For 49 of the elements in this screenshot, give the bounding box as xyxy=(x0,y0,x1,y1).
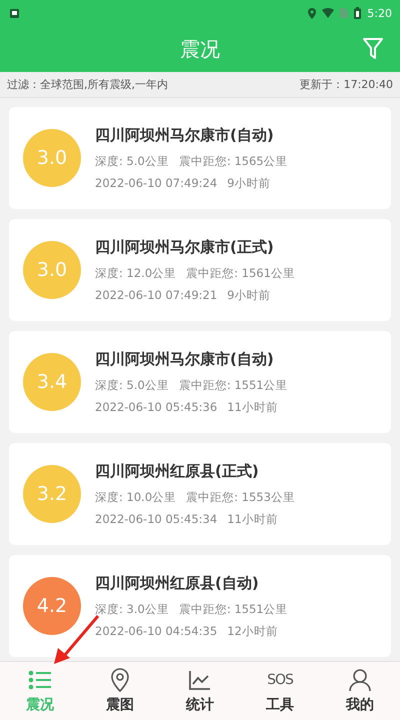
depth: 深度: 5.0公里 xyxy=(95,378,169,392)
quake-time: 2022-06-10 04:54:35 xyxy=(95,624,218,638)
depth: 深度: 10.0公里 xyxy=(95,490,176,504)
quake-time: 2022-06-10 07:49:21 xyxy=(95,288,218,302)
elapsed-time: 11小时前 xyxy=(227,512,278,526)
depth: 深度: 12.0公里 xyxy=(95,266,176,280)
line-chart-icon xyxy=(189,670,211,690)
epicenter-distance: 震中距您: 1551公里 xyxy=(178,378,288,392)
location-icon xyxy=(308,8,316,18)
magnitude-badge: 3.4 xyxy=(23,353,81,411)
tab[interactable]: 统计 xyxy=(160,662,240,720)
location-name: 四川阿坝州马尔康市(自动) xyxy=(95,126,275,144)
magnitude-badge: 4.2 xyxy=(23,577,81,635)
location-name: 四川阿坝州红原县(正式) xyxy=(95,462,260,480)
epicenter-distance: 震中距您: 1551公里 xyxy=(178,602,288,616)
epicenter-distance: 震中距您: 1565公里 xyxy=(178,154,288,168)
screen-title: 震况 xyxy=(180,36,220,62)
notification-icon xyxy=(10,8,19,18)
depth: 深度: 5.0公里 xyxy=(95,154,169,168)
magnitude-badge: 3.0 xyxy=(23,241,81,299)
map-pin-icon xyxy=(111,668,129,692)
location-name: 四川阿坝州马尔康市(正式) xyxy=(95,238,275,256)
wifi-icon xyxy=(322,8,334,18)
location-name: 四川阿坝州红原县(自动) xyxy=(95,574,260,592)
tab[interactable]: 我的 xyxy=(320,662,400,720)
filter-summary: 过滤：全球范围,所有震级,一年内 xyxy=(7,77,168,92)
update-time: 更新于：17:20:40 xyxy=(300,77,393,92)
epicenter-distance: 震中距您: 1553公里 xyxy=(186,490,295,504)
elapsed-time: 11小时前 xyxy=(227,400,278,414)
magnitude-badge: 3.0 xyxy=(23,129,81,187)
location-name: 四川阿坝州马尔康市(自动) xyxy=(95,350,275,368)
sim-icon xyxy=(340,8,348,18)
filter-icon[interactable] xyxy=(362,37,384,61)
elapsed-time: 12小时前 xyxy=(227,624,278,638)
elapsed-time: 9小时前 xyxy=(227,288,270,302)
tab[interactable]: 震图 xyxy=(80,662,160,720)
elapsed-time: 9小时前 xyxy=(227,176,270,190)
sos-icon: SOS xyxy=(267,672,293,688)
tab[interactable]: SOS 工具 xyxy=(240,662,320,720)
quake-time: 2022-06-10 07:49:24 xyxy=(95,176,218,190)
magnitude-badge: 3.2 xyxy=(23,465,81,523)
quake-time: 2022-06-10 05:45:36 xyxy=(95,400,218,414)
clock: 5:20 xyxy=(367,6,392,20)
epicenter-distance: 震中距您: 1561公里 xyxy=(186,266,295,280)
battery-icon xyxy=(354,7,362,19)
list-icon xyxy=(28,669,52,691)
person-icon xyxy=(349,668,371,692)
quake-time: 2022-06-10 05:45:34 xyxy=(95,512,218,526)
depth: 深度: 3.0公里 xyxy=(95,602,169,616)
